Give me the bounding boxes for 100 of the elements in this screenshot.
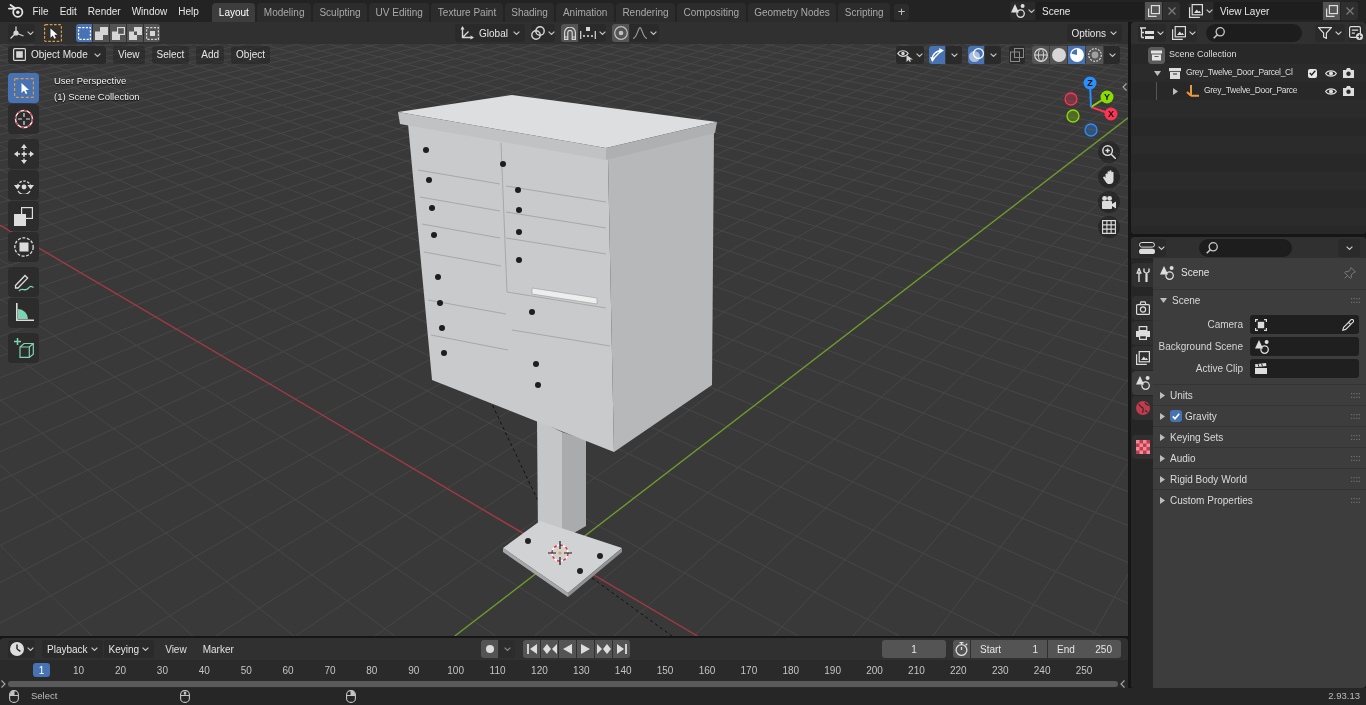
outliner-item[interactable]: Scene Collection [1169, 50, 1237, 60]
checkbox[interactable] [1308, 68, 1317, 78]
overlays-toggle[interactable] [968, 45, 984, 64]
active-tool-button[interactable] [43, 23, 63, 43]
panel-title[interactable]: Audio [1170, 452, 1196, 464]
outliner-item[interactable]: Grey_Twelve_Door_Parcel_Cl [1186, 68, 1293, 78]
remove-view-layer-button[interactable] [1341, 2, 1358, 20]
eye-icon[interactable] [1325, 86, 1337, 96]
workspace-tab[interactable]: Layout [212, 3, 256, 22]
workspace-tab[interactable]: Geometry Nodes [747, 3, 837, 22]
workspace-tab[interactable]: Scripting [838, 3, 891, 22]
panel-title[interactable]: Keying Sets [1170, 431, 1224, 443]
jump-end-button[interactable] [613, 640, 630, 658]
view-layer-selector-button[interactable] [1188, 2, 1213, 20]
workspace-tab[interactable]: Modeling [257, 3, 311, 22]
view-layer-name-field[interactable]: View Layer [1214, 2, 1322, 20]
disclosure-triangle-icon[interactable] [1160, 391, 1165, 399]
outliner-item[interactable]: Grey_Twelve_Door_Parce [1204, 86, 1298, 96]
tool-button[interactable] [8, 73, 39, 103]
pan-button[interactable] [1098, 166, 1120, 188]
grip-dots-icon[interactable] [1351, 497, 1360, 503]
scene-name-field[interactable]: Scene [1036, 2, 1144, 20]
select-mode-button[interactable] [110, 24, 126, 42]
menu-item[interactable]: Object [231, 45, 270, 64]
checkbox[interactable] [1170, 410, 1182, 422]
next-keyframe-button[interactable] [595, 640, 612, 658]
xray-toggle[interactable] [1009, 45, 1025, 64]
select-mode-button[interactable] [144, 24, 160, 42]
shading-mode-button[interactable] [1068, 45, 1085, 64]
tool-button[interactable] [8, 232, 39, 262]
disclosure-triangle-icon[interactable] [1154, 70, 1161, 76]
disclosure-triangle-icon[interactable] [1160, 496, 1165, 504]
properties-tab[interactable] [1132, 321, 1153, 345]
select-mode-button[interactable] [93, 24, 109, 42]
dropdown-menu[interactable]: Playback [42, 640, 103, 658]
disclosure-triangle-icon[interactable] [1160, 297, 1167, 303]
playhead[interactable]: 1 [33, 663, 50, 677]
negative-axis-handle[interactable] [1084, 123, 1098, 137]
editor-type-button[interactable] [1138, 238, 1166, 257]
chevron-left-icon[interactable] [1120, 679, 1125, 688]
workspace-tab[interactable]: Compositing [677, 3, 746, 22]
background-scene-field[interactable] [1250, 337, 1359, 356]
menu-item[interactable]: Render [82, 1, 127, 21]
selectability-dropdown[interactable] [896, 45, 924, 64]
perspective-toggle-button[interactable] [1098, 216, 1120, 238]
view-layer-filter-dropdown[interactable] [1170, 24, 1197, 42]
mode-dropdown[interactable]: Object Mode [8, 45, 106, 64]
shading-mode-button[interactable] [1050, 45, 1067, 64]
new-collection-button[interactable] [1348, 24, 1363, 42]
properties-tab[interactable] [1132, 435, 1153, 459]
disclosure-triangle-icon[interactable] [1160, 433, 1165, 441]
zoom-button[interactable] [1098, 141, 1120, 163]
grip-dots-icon[interactable] [1351, 434, 1360, 440]
gizmo-toggle[interactable] [929, 45, 945, 64]
negative-axis-handle[interactable] [1066, 109, 1080, 123]
play-reverse-button[interactable] [559, 640, 576, 658]
workspace-tab[interactable]: UV Editing [369, 3, 430, 22]
menu-item[interactable]: Help [172, 1, 205, 21]
chevron-left-icon[interactable] [1122, 83, 1127, 91]
tool-button[interactable] [8, 139, 39, 169]
eye-icon[interactable] [1325, 68, 1337, 78]
workspace-tab[interactable]: Rendering [615, 3, 676, 22]
workspace-tab[interactable]: Shading [504, 3, 555, 22]
menu-item[interactable]: Marker [197, 640, 239, 658]
disclosure-triangle-icon[interactable] [1160, 454, 1165, 462]
chevron-right-icon[interactable] [1, 679, 6, 688]
grip-dots-icon[interactable] [1351, 455, 1360, 461]
menu-item[interactable]: Add [196, 45, 225, 64]
end-frame-field[interactable]: End 250 [1048, 640, 1121, 658]
panel-title[interactable]: Scene [1172, 294, 1201, 306]
workspace-tab[interactable]: Texture Paint [431, 3, 503, 22]
negative-axis-handle[interactable] [1064, 92, 1078, 106]
tool-button[interactable] [8, 104, 39, 134]
axis-handle[interactable]: Y [1090, 90, 1114, 108]
app-logo-icon[interactable] [8, 4, 24, 18]
grip-dots-icon[interactable] [1351, 476, 1360, 482]
menu-item[interactable]: View [113, 45, 145, 64]
preview-range-toggle[interactable] [953, 640, 970, 658]
menu-item[interactable]: Select [151, 45, 190, 64]
axis-handle[interactable]: Z [1083, 76, 1097, 108]
workspace-tab[interactable]: Sculpting [312, 3, 368, 22]
tool-button[interactable] [8, 170, 39, 200]
eyedropper-icon[interactable] [1342, 318, 1354, 331]
camera-icon[interactable] [1343, 86, 1354, 96]
auto-keying-toggle[interactable] [481, 640, 498, 658]
grip-dots-icon[interactable] [1351, 297, 1360, 303]
tool-button[interactable] [8, 298, 39, 328]
orientation-dropdown[interactable]: Global [455, 24, 525, 42]
scene-selector-button[interactable] [1010, 2, 1035, 20]
camera-view-button[interactable] [1098, 191, 1120, 213]
search-field[interactable] [1206, 24, 1302, 42]
select-mode-button[interactable] [127, 24, 143, 42]
falloff-dropdown[interactable] [630, 24, 659, 42]
camera-field[interactable] [1250, 315, 1359, 334]
menu-item[interactable]: Edit [54, 1, 83, 21]
grip-dots-icon[interactable] [1351, 413, 1360, 419]
properties-tab[interactable] [1132, 371, 1153, 395]
proportional-editing-toggle[interactable] [612, 24, 629, 42]
panel-title[interactable]: Rigid Body World [1170, 473, 1248, 485]
grip-dots-icon[interactable] [1351, 392, 1360, 398]
